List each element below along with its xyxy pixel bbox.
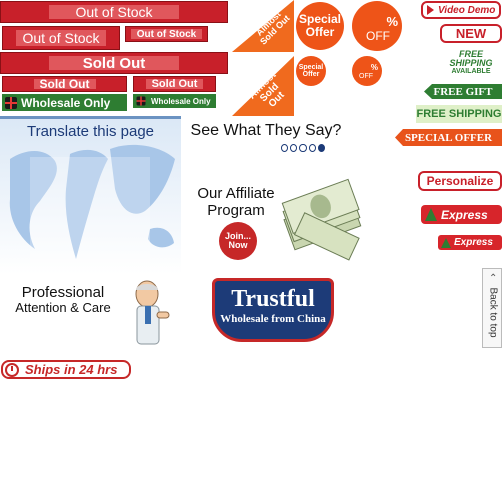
carousel-dot[interactable] bbox=[299, 144, 307, 152]
affiliate-heading: Our Affiliate Program bbox=[186, 185, 286, 220]
trustful-logo: Trustful Wholesale from China bbox=[212, 278, 334, 342]
trustful-title: Trustful bbox=[231, 286, 315, 312]
personalize-button[interactable]: Personalize bbox=[418, 171, 502, 191]
clock-icon bbox=[5, 362, 19, 377]
free-shipping-available-badge: FREE SHIPPING AVAILABLE bbox=[440, 49, 502, 76]
banner-label: Sold Out bbox=[145, 78, 204, 90]
carousel-dot[interactable] bbox=[308, 144, 316, 152]
gift-icon bbox=[5, 96, 17, 109]
special-offer-badge-large: Special Offer bbox=[296, 2, 344, 50]
world-map-graphic bbox=[9, 144, 175, 267]
out-of-stock-banner-small: Out of Stock bbox=[125, 26, 208, 42]
play-icon bbox=[427, 5, 434, 15]
now-label: Now bbox=[228, 240, 248, 250]
banner-label: Wholesale Only bbox=[21, 95, 111, 110]
out-of-stock-banner-medium: Out of Stock bbox=[2, 26, 120, 50]
carousel-dot-active[interactable] bbox=[317, 144, 326, 152]
special-offer-tag: SPECIAL OFFER bbox=[395, 129, 502, 146]
almost-sold-out-badge-small: Almost Sold Out bbox=[232, 56, 294, 116]
wholesale-only-banner-small: Wholesale Only bbox=[133, 94, 216, 108]
ships-label: Ships in 24 hrs bbox=[25, 362, 118, 377]
sold-out-banner-small: Sold Out bbox=[133, 76, 216, 92]
doctor-illustration bbox=[135, 280, 170, 345]
translate-panel[interactable]: Translate this page bbox=[0, 116, 181, 274]
banner-label: Sold Out bbox=[33, 77, 96, 91]
off-label: OFF bbox=[359, 72, 373, 80]
professional-heading: Professional Attention & Care bbox=[4, 284, 122, 316]
percent-off-badge-small: % OFF bbox=[352, 56, 382, 86]
sold-out-banner-medium: Sold Out bbox=[2, 76, 127, 92]
wholesale-only-banner-large: Wholesale Only bbox=[2, 94, 127, 111]
ships-in-24hrs-badge: Ships in 24 hrs bbox=[1, 360, 131, 379]
carousel-dot[interactable] bbox=[281, 144, 289, 152]
banner-label: Out of Stock bbox=[16, 30, 106, 46]
trustful-subtitle: Wholesale from China bbox=[220, 313, 326, 325]
sold-out-banner-large: Sold Out bbox=[0, 52, 228, 74]
free-shipping-label: FREE SHIPPING bbox=[449, 49, 493, 68]
christmas-tree-icon bbox=[425, 208, 437, 221]
carousel-dot[interactable] bbox=[290, 144, 298, 152]
new-badge: NEW bbox=[440, 24, 502, 43]
affiliate-line2: Program bbox=[207, 202, 265, 220]
video-demo-label: Video Demo bbox=[438, 4, 496, 16]
banner-label: Out of Stock bbox=[130, 29, 203, 40]
affiliate-line1: Our Affiliate bbox=[197, 185, 275, 202]
banner-label: Out of Stock bbox=[49, 4, 179, 20]
off-label: OFF bbox=[366, 29, 390, 44]
back-to-top-label: Back to top bbox=[487, 287, 499, 338]
express-label: Express bbox=[454, 237, 493, 248]
join-now-button[interactable]: Join... Now bbox=[219, 222, 257, 260]
special-offer-badge-small: Special Offer bbox=[296, 56, 326, 86]
banner-label: Wholesale Only bbox=[151, 96, 211, 106]
professional-line1: Professional bbox=[21, 284, 105, 301]
free-gift-tag: FREE GIFT bbox=[424, 84, 502, 99]
professional-line2: Attention & Care bbox=[15, 300, 111, 316]
percent-label: % bbox=[370, 63, 378, 72]
out-of-stock-banner-large: Out of Stock bbox=[0, 1, 228, 23]
testimonials-heading: See What They Say? bbox=[190, 122, 342, 139]
percent-off-badge-large: % OFF bbox=[352, 1, 402, 51]
almost-sold-out-badge-large: Almost Sold Out bbox=[232, 0, 294, 52]
express-badge-small: Express bbox=[438, 235, 502, 250]
available-label: AVAILABLE bbox=[451, 68, 491, 75]
express-badge-large: Express bbox=[421, 205, 502, 224]
carousel-dots[interactable] bbox=[281, 144, 326, 152]
badge-label: Almost Sold Out bbox=[246, 69, 287, 110]
video-demo-button[interactable]: Video Demo bbox=[421, 1, 501, 19]
percent-label: % bbox=[386, 14, 398, 29]
banner-label: Sold Out bbox=[49, 55, 179, 72]
express-label: Express bbox=[441, 207, 488, 222]
gift-icon bbox=[136, 96, 146, 106]
free-shipping-tag: FREE SHIPPING bbox=[416, 105, 502, 123]
christmas-tree-icon bbox=[441, 237, 451, 248]
back-to-top-button[interactable]: ⌃ Back to top bbox=[482, 268, 502, 348]
translate-heading[interactable]: Translate this page bbox=[0, 123, 181, 140]
money-stack-graphic bbox=[281, 178, 362, 261]
badge-label: Almost Sold Out bbox=[254, 9, 292, 47]
